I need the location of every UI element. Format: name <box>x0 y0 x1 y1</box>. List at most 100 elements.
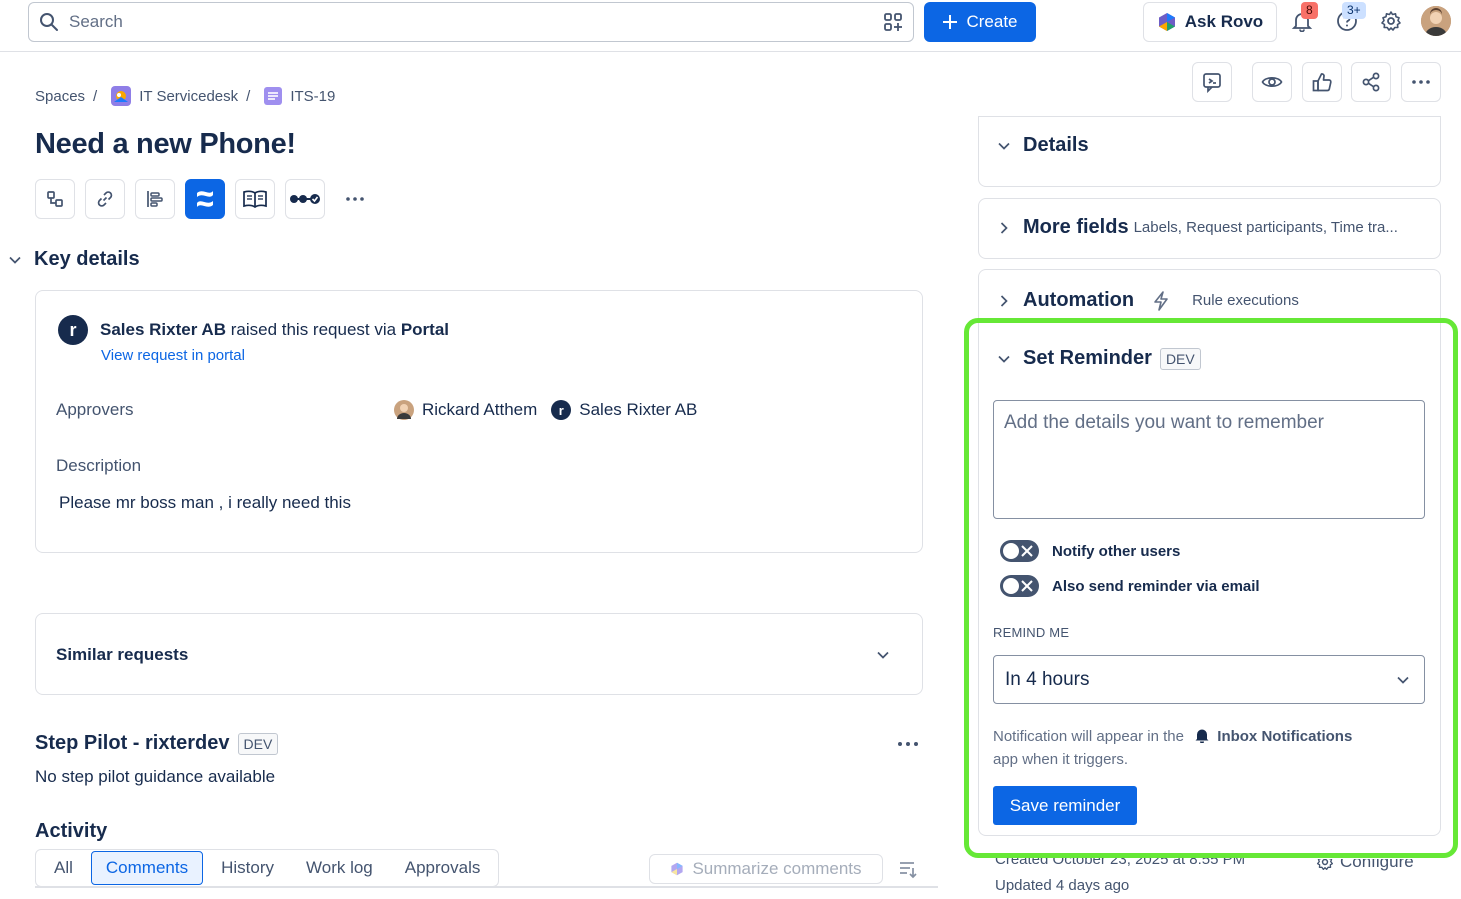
top-navigation-bar: Search Create Ask Rovo 8 3+ <box>0 0 1461 52</box>
more-fields-panel[interactable]: More fields Labels, Request participants… <box>978 198 1441 259</box>
chevron-down-icon <box>1396 673 1410 687</box>
approver-name[interactable]: Sales Rixter AB <box>579 400 697 420</box>
tab-approvals[interactable]: Approvals <box>391 852 495 884</box>
save-reminder-button[interactable]: Save reminder <box>993 786 1137 825</box>
feedback-icon <box>1201 71 1223 93</box>
issue-toolbar <box>35 179 375 219</box>
step-progress-button[interactable] <box>285 179 325 219</box>
more-fields-header: More fields Labels, Request participants… <box>997 216 1398 239</box>
link-icon <box>95 189 115 209</box>
email-reminder-toggle[interactable] <box>1000 575 1039 597</box>
share-button[interactable] <box>1351 62 1391 102</box>
description-text[interactable]: Please mr boss man , i really need this <box>59 493 351 513</box>
step-pilot-title: Step Pilot - rixterdev <box>35 732 230 754</box>
lightning-icon <box>1152 290 1170 311</box>
app-grid-icon[interactable] <box>883 12 903 32</box>
email-reminder-label: Also send reminder via email <box>1052 577 1260 595</box>
chevron-right-icon <box>997 294 1011 308</box>
create-button[interactable]: Create <box>924 2 1036 42</box>
ask-rovo-button[interactable]: Ask Rovo <box>1143 2 1277 42</box>
approvers-label: Approvers <box>56 400 134 419</box>
watch-button[interactable] <box>1252 62 1292 102</box>
breadcrumb-separator: / <box>246 87 251 105</box>
rovo-label: Ask Rovo <box>1184 12 1264 31</box>
details-panel[interactable]: Details <box>978 116 1441 187</box>
approvers-list: Rickard Atthem r Sales Rixter AB <box>394 400 697 420</box>
approver-name[interactable]: Rickard Atthem <box>422 400 537 420</box>
feedback-button[interactable] <box>1192 62 1232 102</box>
key-details-toggle[interactable]: Key details <box>8 248 140 271</box>
breadcrumb-issue-key[interactable]: ITS-19 <box>290 88 335 105</box>
breadcrumb-project[interactable]: IT Servicedesk <box>139 88 238 105</box>
link-issue-button[interactable] <box>85 179 125 219</box>
step-pilot-message: No step pilot guidance available <box>35 767 276 786</box>
book-icon <box>242 188 268 210</box>
textarea-placeholder: Add the details you want to remember <box>1004 412 1325 433</box>
breadcrumb-separator: / <box>93 87 98 105</box>
progress-dots-icon <box>289 192 321 206</box>
summarize-label: Summarize comments <box>692 859 862 878</box>
tab-all[interactable]: All <box>40 852 87 884</box>
inbox-notifications-link[interactable]: Inbox Notifications <box>1217 728 1352 745</box>
tab-comments[interactable]: Comments <box>90 851 204 885</box>
more-fields-title: More fields <box>1023 216 1129 238</box>
approver-avatar <box>394 400 414 420</box>
user-avatar[interactable] <box>1421 6 1451 36</box>
search-placeholder: Search <box>69 12 123 31</box>
email-reminder-row: Also send reminder via email <box>1000 575 1260 597</box>
details-title: Details <box>1023 134 1089 156</box>
toggle-knob <box>1003 543 1019 559</box>
approver-avatar: r <box>551 400 572 420</box>
key-details-heading: Key details <box>34 248 140 270</box>
settings-gear-icon[interactable] <box>1380 10 1402 32</box>
issue-type-icon <box>264 87 283 105</box>
toggle-knob <box>1003 578 1019 594</box>
rovo-logo-icon <box>670 862 684 876</box>
project-avatar-icon <box>111 86 132 106</box>
page-title[interactable]: Need a new Phone! <box>35 128 296 161</box>
description-label: Description <box>56 456 142 475</box>
remind-me-select[interactable]: In 4 hours <box>993 655 1425 704</box>
similar-requests-title: Similar requests <box>56 645 189 664</box>
divider <box>35 886 938 888</box>
rovo-logo-icon <box>1157 12 1177 32</box>
remind-me-value: In 4 hours <box>1005 668 1090 690</box>
remind-me-label: REMIND ME <box>993 625 1070 640</box>
chevron-down-icon <box>8 253 22 267</box>
tab-work-log[interactable]: Work log <box>292 852 387 884</box>
plus-icon <box>942 14 958 30</box>
requester-avatar: r <box>58 315 88 345</box>
more-tools-button[interactable] <box>335 179 375 219</box>
confluence-app-button[interactable] <box>185 179 225 219</box>
notification-count-badge: 8 <box>1301 2 1318 19</box>
activity-tabs: All Comments History Work log Approvals <box>35 849 500 887</box>
vote-button[interactable] <box>1302 62 1342 102</box>
chevron-right-icon <box>997 221 1011 235</box>
similar-requests-card[interactable]: Similar requests <box>35 613 923 695</box>
search-icon <box>39 12 59 32</box>
more-dots-icon[interactable] <box>896 736 920 752</box>
tab-history[interactable]: History <box>207 852 288 884</box>
more-dots-icon <box>1410 71 1432 93</box>
help-count-badge: 3+ <box>1342 2 1366 19</box>
summarize-comments-button[interactable]: Summarize comments <box>649 854 883 884</box>
add-child-button[interactable] <box>35 179 75 219</box>
timeline-button[interactable] <box>135 179 175 219</box>
breadcrumb-spaces[interactable]: Spaces <box>35 88 85 105</box>
view-request-in-portal-link[interactable]: View request in portal <box>101 347 245 364</box>
requester-name: Sales Rixter AB <box>100 320 226 339</box>
key-details-card: r Sales Rixter AB raised this request vi… <box>35 290 923 553</box>
notify-users-toggle[interactable] <box>1000 540 1039 562</box>
reminder-details-textarea[interactable]: Add the details you want to remember <box>993 400 1425 519</box>
search-input[interactable]: Search <box>28 2 914 42</box>
more-actions-button[interactable] <box>1401 62 1441 102</box>
knowledge-base-button[interactable] <box>235 179 275 219</box>
more-fields-subtitle: Labels, Request participants, Time tra..… <box>1133 219 1398 236</box>
list-bars-icon <box>145 189 165 209</box>
sort-icon[interactable] <box>898 859 918 879</box>
details-header: Details <box>997 134 1089 157</box>
notice-prefix: Notification will appear in the <box>993 728 1184 745</box>
close-icon <box>1020 543 1034 559</box>
reminder-notice: Notification will appear in the Inbox No… <box>993 725 1423 771</box>
confluence-icon <box>194 188 216 210</box>
